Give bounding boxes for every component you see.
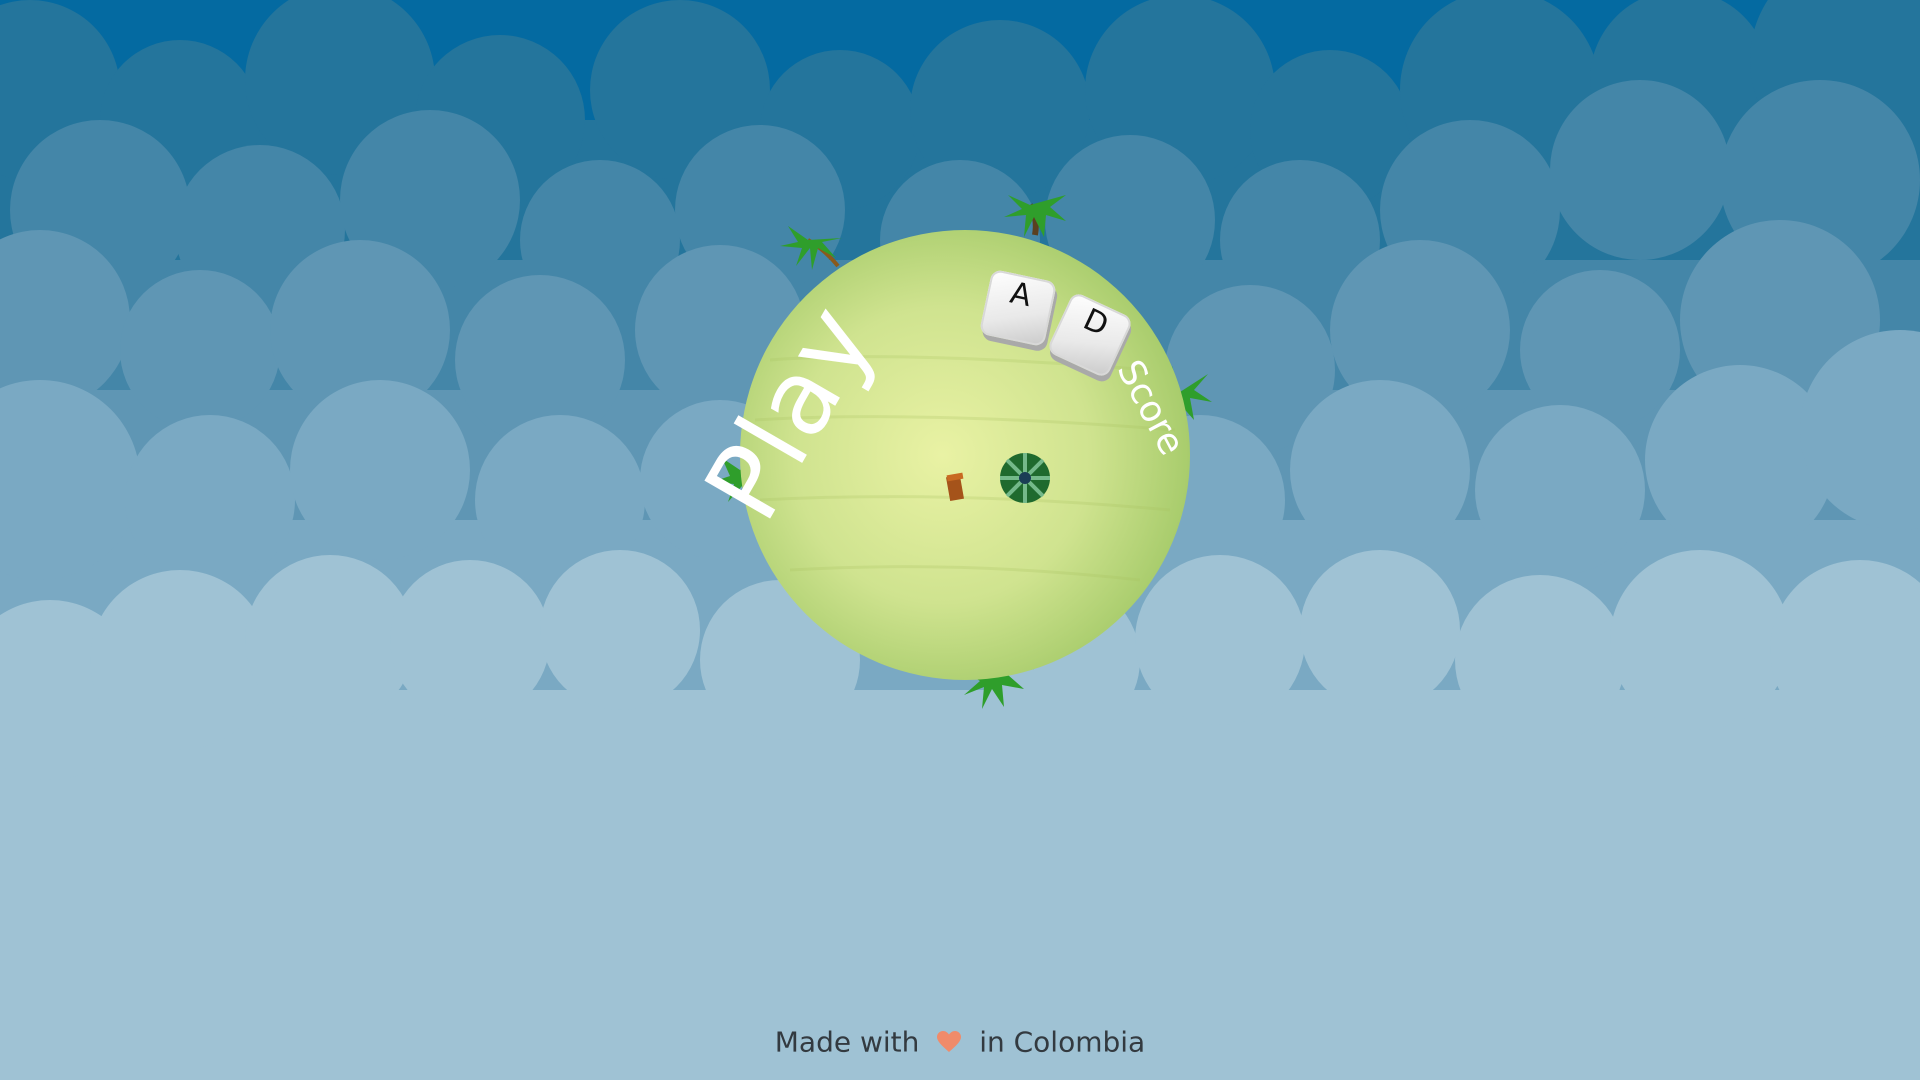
palm-tree-top-left <box>780 226 842 270</box>
palm-tree-top <box>1004 195 1066 237</box>
footer-prefix: Made with <box>774 1025 920 1059</box>
heart-icon <box>937 1031 962 1052</box>
footer-credit: Made with in Colombia <box>0 1024 1920 1059</box>
ball-obstacle <box>1000 453 1050 503</box>
key-a-control: A <box>978 268 1058 348</box>
planet-scene <box>712 195 1212 709</box>
footer-suffix: in Colombia <box>979 1025 1146 1059</box>
